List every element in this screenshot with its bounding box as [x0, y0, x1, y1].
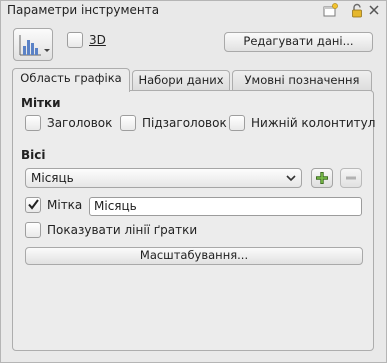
panel-titlebar: Параметри інструмента: [1, 1, 386, 21]
title-checkbox-label: Заголовок: [47, 116, 113, 130]
tab-legend[interactable]: Умовні позначення: [232, 70, 372, 91]
tool-options-panel: Параметри інструмента 3D Редагувати дані…: [0, 0, 387, 363]
chevron-down-icon: [285, 171, 297, 189]
axis-select[interactable]: Місяць: [25, 168, 302, 188]
subtitle-checkbox[interactable]: [120, 115, 136, 131]
axes-heading: Вісі: [21, 148, 46, 162]
panel-title: Параметри інструмента: [7, 3, 160, 17]
plus-icon: [315, 171, 329, 188]
axis-label-checkbox-label: Мітка: [47, 198, 83, 212]
axis-label-input[interactable]: Місяць: [89, 197, 362, 216]
minus-icon: [345, 172, 357, 187]
scaling-button[interactable]: Масштабування...: [25, 247, 363, 265]
axis-label-checkbox[interactable]: [25, 197, 41, 213]
close-icon[interactable]: [367, 3, 383, 19]
tab-plot-area[interactable]: Область графіка: [12, 68, 130, 92]
subtitle-checkbox-label: Підзаголовок: [142, 116, 227, 130]
checkbox-3d-label: 3D: [89, 33, 106, 47]
checkmark-icon: [27, 198, 40, 214]
tab-data-sets[interactable]: Набори даних: [132, 70, 230, 91]
edit-data-button[interactable]: Редагувати дані...: [224, 32, 373, 52]
plot-area-tab-content: Мітки Заголовок Підзаголовок Нижній коло…: [12, 90, 376, 351]
gridlines-checkbox-label: Показувати лінії ґратки: [47, 223, 198, 237]
axis-select-value: Місяць: [31, 171, 74, 185]
title-checkbox[interactable]: [25, 115, 41, 131]
footer-checkbox-label: Нижній колонтитул: [251, 116, 376, 130]
gridlines-checkbox[interactable]: [25, 222, 41, 238]
add-axis-button[interactable]: [311, 168, 333, 188]
bar-chart-icon: [16, 35, 50, 61]
chart-type-button[interactable]: [13, 28, 53, 61]
checkbox-3d[interactable]: [67, 32, 83, 48]
labels-heading: Мітки: [21, 96, 61, 110]
lock-icon[interactable]: [350, 3, 366, 19]
remove-axis-button[interactable]: [340, 168, 362, 188]
footer-checkbox[interactable]: [229, 115, 245, 131]
float-panel-icon[interactable]: [322, 3, 338, 19]
